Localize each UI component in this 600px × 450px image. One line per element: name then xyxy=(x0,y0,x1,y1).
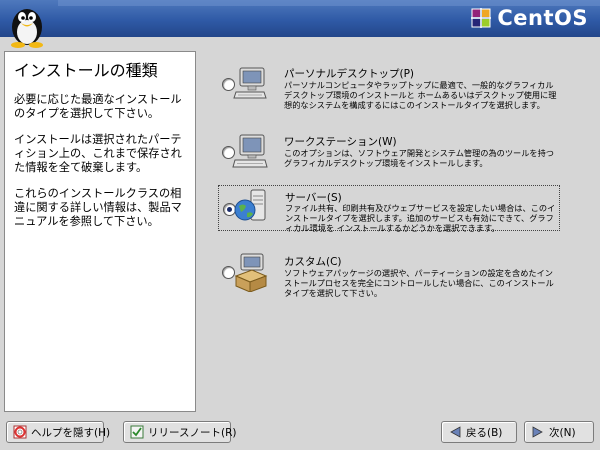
brand-name: CentOS xyxy=(497,6,588,30)
tux-penguin-icon xyxy=(11,9,43,48)
option-description: このオプションは、ソフトウェア開発とシステム管理の為のツールを持つグラフィカルデ… xyxy=(284,148,554,169)
option-title: ワークステーション(W) xyxy=(284,136,397,148)
help-paragraph: これらのインストールクラスの相違に関する詳しい情報は、製品マニュアルを参照して下… xyxy=(14,187,182,228)
release-notes-icon xyxy=(130,425,144,439)
help-title: インストールの種類 xyxy=(14,61,158,80)
hide-help-button[interactable]: ヘルプを隠す(H) xyxy=(6,421,110,443)
help-paragraph: 必要に応じた最適なインストールのタイプを選択して下さい。 xyxy=(14,93,182,120)
release-notes-button[interactable]: リリースノート(R) xyxy=(123,421,236,443)
back-button[interactable]: 戻る(B) xyxy=(441,421,517,443)
hide-help-label: ヘルプを隠す(H) xyxy=(31,426,111,439)
option-description: パーソナルコンピュータやラップトップに最適で、一般的なグラフィカルデスクトップ環… xyxy=(284,80,557,111)
option-description: ソフトウェアパッケージの選択や、パーティーションの設定を含めたインストールプロセ… xyxy=(284,268,554,299)
option-title: パーソナルデスクトップ(P) xyxy=(284,68,415,80)
centos-logo-icon xyxy=(471,8,492,28)
back-label: 戻る(B) xyxy=(466,426,503,439)
option-title: カスタム(C) xyxy=(284,256,342,268)
next-label: 次(N) xyxy=(549,426,576,439)
help-lifebuoy-icon xyxy=(13,425,27,439)
next-button[interactable]: 次(N) xyxy=(524,421,594,443)
desktop-computer-icon xyxy=(233,67,267,99)
workstation-icon xyxy=(232,134,268,168)
option-custom[interactable]: カスタム(C) ソフトウェアパッケージの選択や、パーティーションの設定を含めたイ… xyxy=(218,250,560,300)
header-banner: CentOS xyxy=(0,0,600,37)
next-arrow-icon xyxy=(532,426,543,438)
option-workstation[interactable]: ワークステーション(W) このオプションは、ソフトウェア開発とシステム管理の為の… xyxy=(218,130,560,180)
help-paragraph: インストールは選択されたパーティション上の、これまで保存された情報を全て破棄しま… xyxy=(14,133,182,174)
server-globe-icon xyxy=(234,189,266,221)
option-server[interactable]: サーバー(S) ファイル共有、印刷共有及びウェブサービスを設定したい場合は、この… xyxy=(218,185,560,234)
release-notes-label: リリースノート(R) xyxy=(148,426,237,439)
option-description: ファイル共有、印刷共有及びウェブサービスを設定したい場合は、このインストールタイ… xyxy=(285,203,556,234)
help-panel: インストールの種類 必要に応じた最適なインストールのタイプを選択して下さい。 イ… xyxy=(4,51,196,412)
option-personal-desktop[interactable]: パーソナルデスクトップ(P) パーソナルコンピュータやラップトップに最適で、一般… xyxy=(218,62,560,112)
back-arrow-icon xyxy=(450,426,461,438)
custom-package-icon xyxy=(234,253,268,292)
centos-logo: CentOS xyxy=(471,6,588,30)
